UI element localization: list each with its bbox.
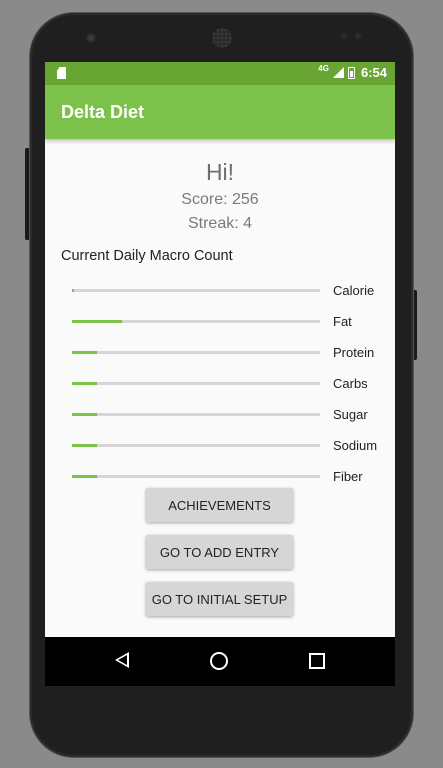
progress-track — [72, 289, 320, 292]
status-icons: 4G 6:54 — [318, 64, 387, 80]
macro-row-protein: Protein — [45, 342, 395, 362]
home-icon[interactable] — [210, 652, 228, 670]
network-type: 4G — [318, 64, 329, 73]
progress-fill — [72, 475, 97, 478]
battery-icon — [347, 66, 355, 79]
progress-fill — [72, 351, 97, 354]
progress-fill — [72, 320, 122, 323]
screen: 4G 6:54 Delta Diet Hi! Score: 256 Streak… — [45, 62, 395, 686]
macro-row-calorie: Calorie — [45, 280, 395, 300]
light-sensor — [355, 33, 361, 39]
signal-icon — [332, 67, 344, 78]
macro-label: Fat — [333, 314, 352, 329]
macro-section-title: Current Daily Macro Count — [61, 248, 233, 264]
sd-card-icon — [57, 67, 66, 79]
achievements-button[interactable]: ACHIEVEMENTS — [146, 488, 293, 522]
macro-label: Sodium — [333, 438, 378, 453]
progress-track — [72, 444, 320, 447]
streak-text: Streak: 4 — [187, 215, 253, 232]
progress-fill — [72, 289, 75, 292]
proximity-sensor — [341, 33, 347, 39]
macro-label: Protein — [333, 345, 375, 360]
macro-label: Sugar — [333, 407, 368, 422]
macro-label: Carbs — [333, 376, 368, 391]
navigation-bar — [45, 637, 395, 686]
macro-row-sodium: Sodium — [45, 435, 395, 455]
macro-label: Calorie — [333, 283, 375, 298]
earpiece-speaker — [212, 28, 232, 48]
macro-row-carbs: Carbs — [45, 373, 395, 393]
add-entry-button[interactable]: GO TO ADD ENTRY — [146, 535, 293, 569]
status-time: 6:54 — [360, 65, 387, 80]
recents-icon[interactable] — [309, 653, 325, 669]
macro-row-fat: Fat — [45, 311, 395, 331]
macro-label: Fiber — [333, 469, 363, 484]
progress-fill — [72, 444, 97, 447]
front-camera — [86, 33, 96, 43]
progress-track — [72, 351, 320, 354]
progress-fill — [72, 382, 97, 385]
back-icon[interactable] — [115, 652, 129, 668]
progress-track — [72, 382, 320, 385]
greeting-text: Hi! — [205, 159, 235, 185]
score-text: Score: 256 — [181, 191, 259, 208]
main-content: Hi! Score: 256 Streak: 4 Current Daily M… — [45, 139, 395, 637]
progress-track — [72, 413, 320, 416]
app-bar: Delta Diet — [45, 85, 395, 139]
progress-track — [72, 320, 320, 323]
initial-setup-button[interactable]: GO TO INITIAL SETUP — [146, 582, 293, 616]
progress-fill — [72, 413, 97, 416]
macro-row-fiber: Fiber — [45, 466, 395, 486]
progress-track — [72, 475, 320, 478]
macro-row-sugar: Sugar — [45, 404, 395, 424]
app-title: Delta Diet — [61, 102, 145, 122]
status-bar: 4G 6:54 — [45, 62, 395, 85]
